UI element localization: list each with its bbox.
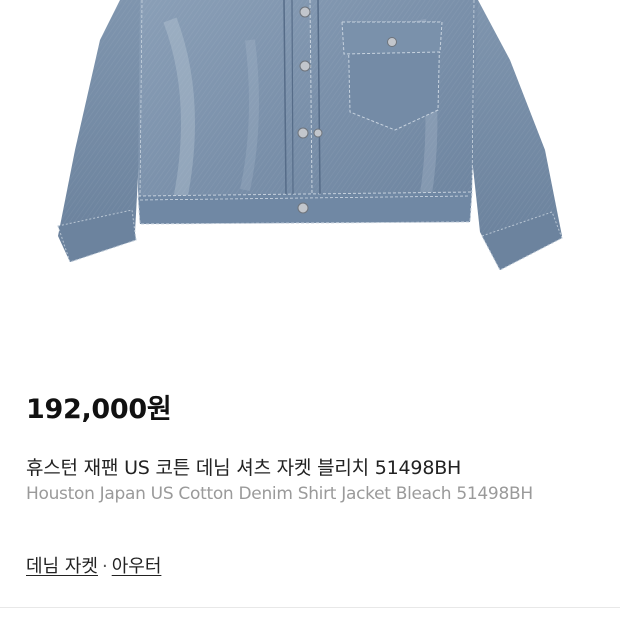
button <box>297 202 309 214</box>
category-link-outer[interactable]: 아우터 <box>112 556 162 577</box>
product-image[interactable] <box>0 0 620 350</box>
product-price: 192,000원 <box>26 394 172 425</box>
product-page: 192,000원 휴스턴 재팬 US 코튼 데님 셔츠 자켓 블리치 51498… <box>0 0 620 620</box>
product-title-en: Houston Japan US Cotton Denim Shirt Jack… <box>26 484 533 504</box>
button <box>313 128 323 138</box>
category-separator: · <box>101 556 108 577</box>
category-link-denim-jacket[interactable]: 데님 자켓 <box>26 556 98 577</box>
button <box>299 6 311 18</box>
button <box>299 60 311 72</box>
product-title-ko: 휴스턴 재팬 US 코튼 데님 셔츠 자켓 블리치 51498BH <box>26 457 462 479</box>
pocket-button <box>387 37 397 47</box>
section-divider <box>0 607 620 608</box>
button <box>297 127 309 139</box>
category-breadcrumb: 데님 자켓 · 아우터 <box>26 552 161 578</box>
denim-jacket-image <box>57 0 563 271</box>
